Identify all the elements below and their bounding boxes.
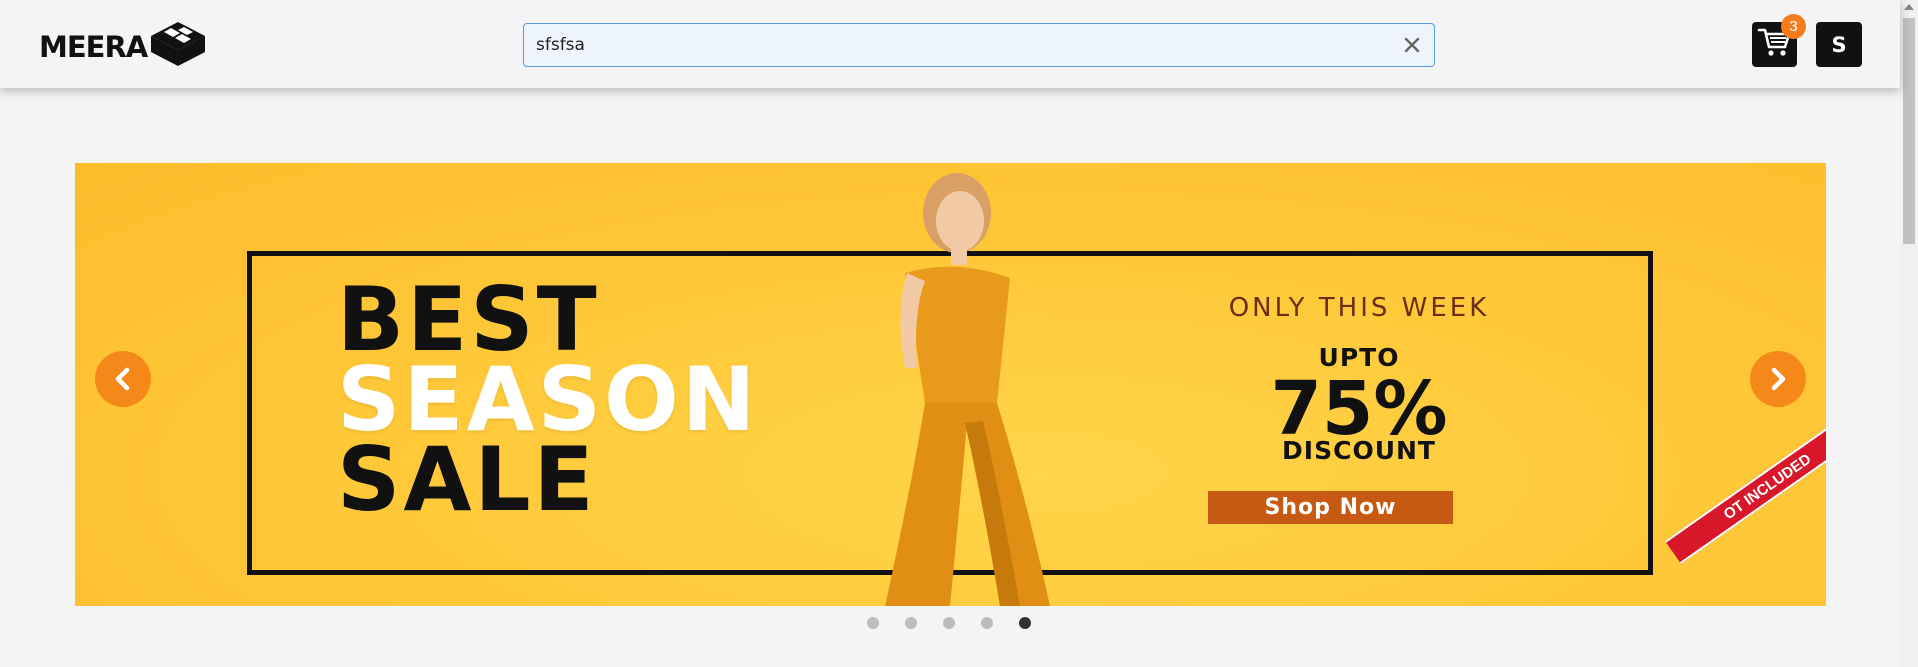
carousel-dot-3[interactable]	[943, 617, 955, 629]
carousel-indicators	[867, 617, 1031, 629]
chevron-left-icon	[115, 367, 130, 391]
carousel-dot-4[interactable]	[981, 617, 993, 629]
carousel-dot-2[interactable]	[905, 617, 917, 629]
top-header: MEERA sfsfsa 3 S	[0, 0, 1900, 88]
carousel-dot-1[interactable]	[867, 617, 879, 629]
cart-count-badge: 3	[1781, 14, 1806, 39]
cube-logo-icon	[149, 20, 207, 73]
carousel-next-button[interactable]	[1750, 351, 1806, 407]
carousel-prev-button[interactable]	[95, 351, 151, 407]
shop-now-button[interactable]: Shop Now	[1208, 491, 1453, 524]
offer-discount: DISCOUNT	[1282, 436, 1436, 465]
model-image	[885, 173, 1050, 606]
scroll-thumb[interactable]	[1903, 18, 1915, 244]
carousel-dot-5[interactable]	[1019, 617, 1031, 629]
banner-headline: BEST SEASON SALE	[337, 276, 758, 531]
clear-icon[interactable]	[1400, 33, 1424, 57]
chevron-right-icon	[1771, 367, 1786, 391]
search-bar	[523, 23, 1435, 67]
page-scrollbar[interactable]	[1900, 0, 1918, 667]
brand-logo[interactable]: MEERA	[39, 20, 207, 73]
user-avatar[interactable]: S	[1816, 22, 1862, 67]
hero-carousel-slide[interactable]: BEST SEASON SALE ONLY THIS WEEK UPTO 75%…	[75, 163, 1826, 606]
headline-line-3: SALE	[337, 428, 597, 531]
logo-text: MEERA	[39, 29, 148, 64]
offer-period: ONLY THIS WEEK	[1228, 293, 1490, 323]
corner-ribbon: OT INCLUDED	[1665, 409, 1826, 564]
search-input[interactable]	[536, 24, 1386, 66]
scroll-up-icon[interactable]	[1904, 4, 1914, 10]
